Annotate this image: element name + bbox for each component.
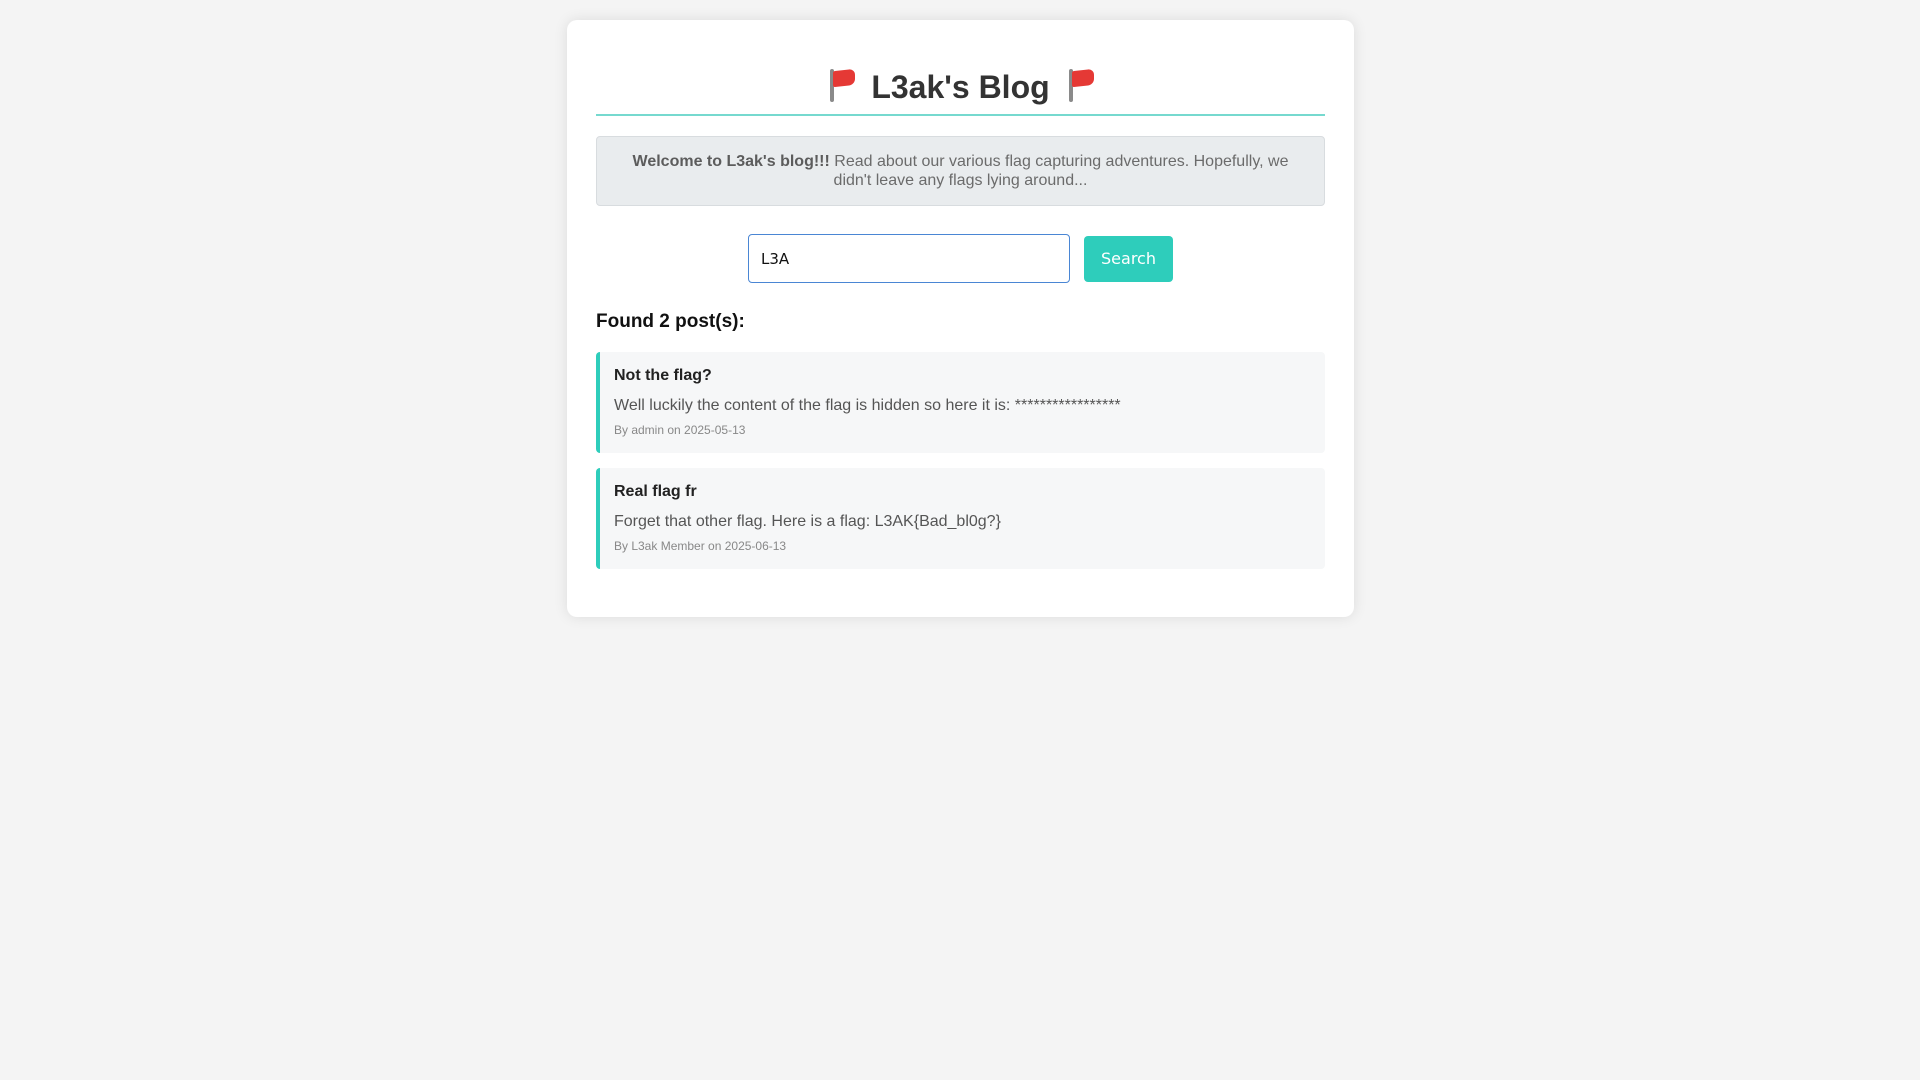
post-title: Real flag fr xyxy=(614,483,697,500)
page-header: L3ak's Blog xyxy=(596,67,1325,116)
blog-card: L3ak's Blog Welcome to L3ak's blog!!! Re… xyxy=(567,20,1354,617)
post-meta: By admin on 2025-05-13 xyxy=(614,423,746,437)
search-input[interactable] xyxy=(748,234,1070,283)
post-item: Not the flag? Well luckily the content o… xyxy=(596,352,1325,453)
post-title: Not the flag? xyxy=(614,367,712,384)
post-list: Not the flag? Well luckily the content o… xyxy=(596,352,1325,569)
results-count: Found 2 post(s): xyxy=(596,311,745,332)
search-form: Search xyxy=(596,234,1325,283)
red-flag-icon xyxy=(826,68,856,102)
welcome-heading: Welcome to L3ak's blog!!! xyxy=(632,153,830,170)
search-button[interactable]: Search xyxy=(1084,235,1173,282)
post-body: Well luckily the content of the flag is … xyxy=(614,397,1121,414)
post-item: Real flag fr Forget that other flag. Her… xyxy=(596,468,1325,569)
post-meta: By L3ak Member on 2025-06-13 xyxy=(614,539,787,553)
red-flag-icon xyxy=(1065,68,1095,102)
welcome-text: Read about our various flag capturing ad… xyxy=(829,153,1289,189)
post-body: Forget that other flag. Here is a flag: … xyxy=(614,513,1001,530)
page-title: L3ak's Blog xyxy=(871,69,1050,105)
welcome-banner: Welcome to L3ak's blog!!! Read about our… xyxy=(596,136,1325,206)
